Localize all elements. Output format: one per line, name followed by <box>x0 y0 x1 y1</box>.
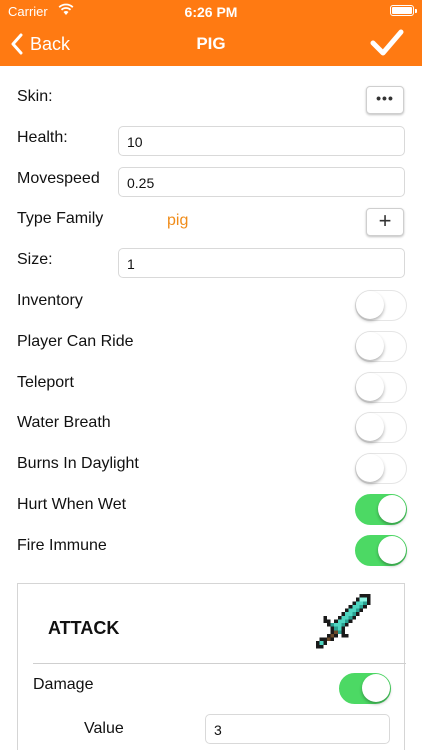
skin-label: Skin: <box>17 88 53 105</box>
water-breath-label: Water Breath <box>17 414 111 431</box>
navigation-bar: Carrier 6:26 PM Back PIG <box>0 0 422 66</box>
damage-value-input[interactable]: 3 <box>205 714 390 744</box>
add-type-family-button[interactable]: + <box>366 208 404 236</box>
movespeed-label: Movespeed <box>17 170 100 187</box>
hurt-when-wet-toggle[interactable] <box>355 494 407 525</box>
damage-toggle[interactable] <box>339 673 391 704</box>
status-bar: Carrier 6:26 PM <box>0 0 422 22</box>
attack-card: ATTACK Damage Value 3 <box>17 583 406 750</box>
toggle-knob <box>378 495 406 523</box>
type-family-value: pig <box>167 212 189 229</box>
toggle-knob <box>356 291 384 319</box>
diamond-sword-icon <box>316 594 371 649</box>
water-breath-toggle[interactable] <box>355 412 407 443</box>
toggle-knob <box>362 674 390 702</box>
card-divider <box>33 663 406 664</box>
checkmark-icon[interactable] <box>370 28 404 58</box>
health-input[interactable]: 10 <box>118 126 405 156</box>
type-family-label: Type Family <box>17 210 104 227</box>
damage-label: Damage <box>33 676 94 693</box>
value-label: Value <box>84 720 124 737</box>
toggle-knob <box>378 536 406 564</box>
toggle-knob <box>356 454 384 482</box>
inventory-toggle[interactable] <box>355 290 407 321</box>
toggle-knob <box>356 373 384 401</box>
teleport-label: Teleport <box>17 374 74 391</box>
fire-immune-label: Fire Immune <box>17 537 107 554</box>
size-label: Size: <box>17 251 53 268</box>
teleport-toggle[interactable] <box>355 372 407 403</box>
page-title: PIG <box>196 34 226 53</box>
toggle-knob <box>356 332 384 360</box>
status-time: 6:26 PM <box>184 4 238 20</box>
toggle-knob <box>356 413 384 441</box>
skin-options-button[interactable]: ••• <box>366 86 404 114</box>
ellipsis-icon: ••• <box>376 90 394 106</box>
burns-in-daylight-label: Burns In Daylight <box>17 455 139 472</box>
health-label: Health: <box>17 129 68 146</box>
battery-icon <box>390 5 417 16</box>
fire-immune-toggle[interactable] <box>355 535 407 566</box>
movespeed-input[interactable]: 0.25 <box>118 167 405 197</box>
inventory-label: Inventory <box>17 292 83 309</box>
attack-title: ATTACK <box>48 618 120 638</box>
plus-icon: + <box>378 208 392 233</box>
player-can-ride-label: Player Can Ride <box>17 333 134 350</box>
burns-in-daylight-toggle[interactable] <box>355 453 407 484</box>
hurt-when-wet-label: Hurt When Wet <box>17 496 127 513</box>
size-input[interactable]: 1 <box>118 248 405 278</box>
player-can-ride-toggle[interactable] <box>355 331 407 362</box>
